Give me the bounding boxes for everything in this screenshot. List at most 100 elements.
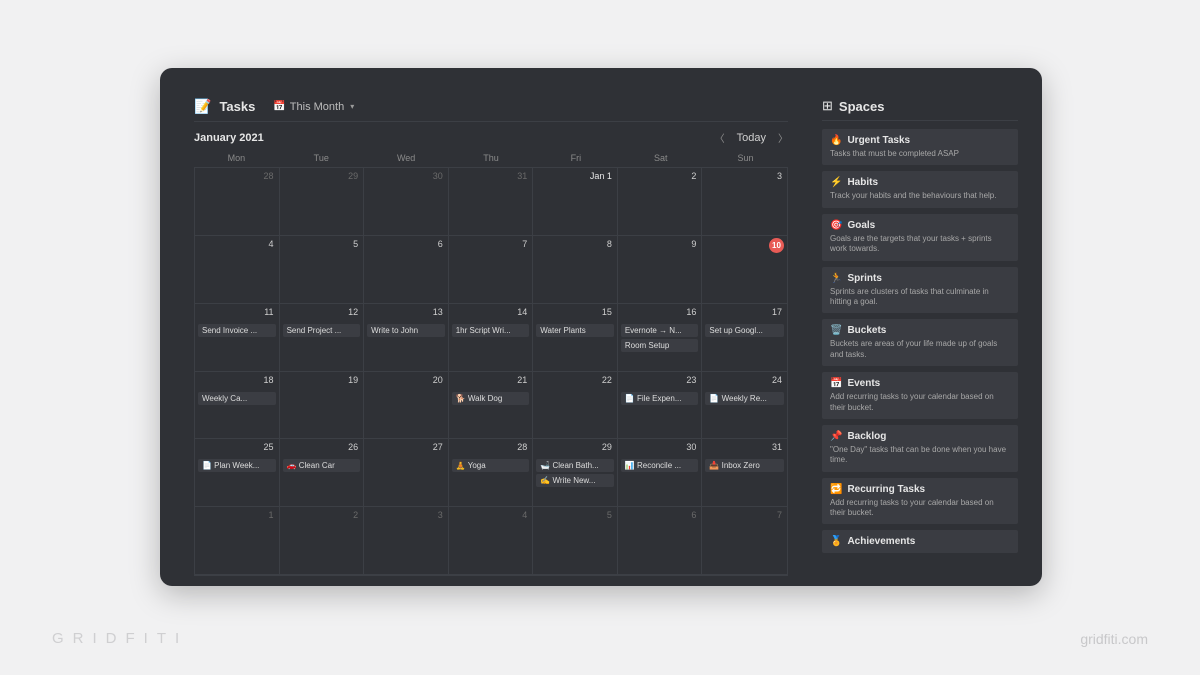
space-card[interactable]: 🔁Recurring TasksAdd recurring tasks to y… bbox=[822, 478, 1018, 525]
calendar-cell[interactable]: 5 bbox=[280, 236, 365, 304]
calendar-cell[interactable]: 28🧘 Yoga bbox=[449, 439, 534, 507]
calendar-cell[interactable]: 7 bbox=[449, 236, 534, 304]
event-chip[interactable]: Weekly Ca... bbox=[198, 392, 276, 405]
calendar-cell[interactable]: 18 Weekly Ca... bbox=[195, 372, 280, 440]
event-chip[interactable]: Set up Googl... bbox=[705, 324, 784, 337]
calendar-cell[interactable]: Jan 1 bbox=[533, 168, 618, 236]
calendar-cell[interactable]: 19 bbox=[280, 372, 365, 440]
space-card[interactable]: 🎯GoalsGoals are the targets that your ta… bbox=[822, 214, 1018, 261]
space-card[interactable]: 🔥Urgent TasksTasks that must be complete… bbox=[822, 129, 1018, 165]
event-chip[interactable]: Evernote → N... bbox=[621, 324, 699, 337]
next-month-button[interactable]: 〉 bbox=[778, 130, 788, 145]
calendar-cell[interactable]: 1 bbox=[195, 507, 280, 575]
calendar-cell[interactable]: 24📄 Weekly Re... bbox=[702, 372, 787, 440]
calendar-cell[interactable]: 7 bbox=[702, 507, 787, 575]
calendar-cell[interactable]: 20 bbox=[364, 372, 449, 440]
calendar-cell[interactable]: 4 bbox=[195, 236, 280, 304]
event-chip[interactable]: 🐕 Walk Dog bbox=[452, 392, 530, 405]
space-title-row: 🔥Urgent Tasks bbox=[830, 135, 1010, 146]
calendar-cell[interactable]: 9 bbox=[618, 236, 703, 304]
tasks-title: Tasks bbox=[219, 99, 255, 114]
calendar-cell[interactable]: 2 bbox=[280, 507, 365, 575]
calendar-cell[interactable]: 15Water Plants bbox=[533, 304, 618, 372]
space-card[interactable]: 🏃SprintsSprints are clusters of tasks th… bbox=[822, 267, 1018, 314]
cell-date: 18 bbox=[264, 375, 274, 385]
cell-date: 20 bbox=[433, 375, 443, 385]
space-name: Sprints bbox=[847, 273, 881, 284]
space-card[interactable]: 🏅Achievements bbox=[822, 530, 1018, 553]
calendar-cell[interactable]: 6 bbox=[618, 507, 703, 575]
view-label: This Month bbox=[290, 101, 344, 113]
event-chip[interactable]: 📥 Inbox Zero bbox=[705, 459, 784, 472]
space-title-row: 🗑️Buckets bbox=[830, 325, 1010, 336]
calendar-cell[interactable]: 17Set up Googl... bbox=[702, 304, 787, 372]
calendar-cell[interactable]: 29🛁 Clean Bath...✍️ Write New... bbox=[533, 439, 618, 507]
event-chip[interactable]: Send Project ... bbox=[283, 324, 361, 337]
calendar-cell[interactable]: 30📊 Reconcile ... bbox=[618, 439, 703, 507]
cell-date: 6 bbox=[691, 510, 696, 520]
cell-date: 14 bbox=[517, 307, 527, 317]
cell-events: 🚗 Clean Car bbox=[283, 459, 361, 472]
event-chip[interactable]: 📄 Weekly Re... bbox=[705, 392, 784, 405]
cell-events: Write to John bbox=[367, 324, 445, 337]
weekday-label: Wed bbox=[364, 149, 449, 167]
app-window: 📝 Tasks 📅 This Month ▾ January 2021 〈 To… bbox=[160, 68, 1042, 586]
cell-date: 27 bbox=[433, 442, 443, 452]
calendar-cell[interactable]: 3 bbox=[364, 507, 449, 575]
calendar-cell[interactable]: 30 bbox=[364, 168, 449, 236]
month-title: January 2021 bbox=[194, 132, 264, 144]
event-chip[interactable]: Water Plants bbox=[536, 324, 614, 337]
calendar-cell[interactable]: 31 bbox=[449, 168, 534, 236]
prev-month-button[interactable]: 〈 bbox=[715, 130, 725, 145]
event-chip[interactable]: 🚗 Clean Car bbox=[283, 459, 361, 472]
calendar-cell[interactable]: 21🐕 Walk Dog bbox=[449, 372, 534, 440]
calendar-cell[interactable]: 25📄 Plan Week... bbox=[195, 439, 280, 507]
calendar-cell[interactable]: 10 bbox=[702, 236, 787, 304]
today-button[interactable]: Today bbox=[737, 132, 766, 144]
event-chip[interactable]: Room Setup bbox=[621, 339, 699, 352]
space-name: Habits bbox=[847, 177, 878, 188]
event-chip[interactable]: Write to John bbox=[367, 324, 445, 337]
event-chip[interactable]: 📄 Plan Week... bbox=[198, 459, 276, 472]
calendar-cell[interactable]: 6 bbox=[364, 236, 449, 304]
space-title-row: ⚡Habits bbox=[830, 177, 1010, 188]
calendar-cell[interactable]: 11Send Invoice ... bbox=[195, 304, 280, 372]
calendar-cell[interactable]: 22 bbox=[533, 372, 618, 440]
calendar-cell[interactable]: 16Evernote → N...Room Setup bbox=[618, 304, 703, 372]
cell-events: Send Project ... bbox=[283, 324, 361, 337]
view-this-month[interactable]: 📅 This Month ▾ bbox=[273, 101, 354, 113]
weekday-label: Tue bbox=[279, 149, 364, 167]
cell-events: Set up Googl... bbox=[705, 324, 784, 337]
calendar-pane: 📝 Tasks 📅 This Month ▾ January 2021 〈 To… bbox=[160, 68, 812, 586]
calendar-cell[interactable]: 8 bbox=[533, 236, 618, 304]
calendar-cell[interactable]: 13Write to John bbox=[364, 304, 449, 372]
calendar-cell[interactable]: 29 bbox=[280, 168, 365, 236]
event-chip[interactable]: 📄 File Expen... bbox=[621, 392, 699, 405]
space-card[interactable]: 🗑️BucketsBuckets are areas of your life … bbox=[822, 319, 1018, 366]
calendar-cell[interactable]: 31📥 Inbox Zero bbox=[702, 439, 787, 507]
calendar-cell[interactable]: 23📄 File Expen... bbox=[618, 372, 703, 440]
space-card[interactable]: ⚡HabitsTrack your habits and the behavio… bbox=[822, 171, 1018, 207]
calendar-cell[interactable]: 4 bbox=[449, 507, 534, 575]
event-chip[interactable]: ✍️ Write New... bbox=[536, 474, 614, 487]
tasks-header: 📝 Tasks 📅 This Month ▾ bbox=[194, 98, 788, 122]
spaces-list: 🔥Urgent TasksTasks that must be complete… bbox=[822, 129, 1018, 553]
space-card[interactable]: 📌Backlog"One Day" tasks that can be done… bbox=[822, 425, 1018, 472]
event-chip[interactable]: 1hr Script Wri... bbox=[452, 324, 530, 337]
calendar-cell[interactable]: 3 bbox=[702, 168, 787, 236]
calendar-cell[interactable]: 28 bbox=[195, 168, 280, 236]
calendar-cell[interactable]: 27 bbox=[364, 439, 449, 507]
calendar-cell[interactable]: 12Send Project ... bbox=[280, 304, 365, 372]
calendar-cell[interactable]: 2 bbox=[618, 168, 703, 236]
event-chip[interactable]: 🛁 Clean Bath... bbox=[536, 459, 614, 472]
event-chip[interactable]: Send Invoice ... bbox=[198, 324, 276, 337]
space-name: Events bbox=[847, 378, 880, 389]
event-chip[interactable]: 🧘 Yoga bbox=[452, 459, 530, 472]
space-emoji-icon: 🔥 bbox=[830, 135, 842, 146]
calendar-cell[interactable]: 14 1hr Script Wri... bbox=[449, 304, 534, 372]
calendar-cell[interactable]: 26🚗 Clean Car bbox=[280, 439, 365, 507]
calendar-cell[interactable]: 5 bbox=[533, 507, 618, 575]
space-card[interactable]: 📅EventsAdd recurring tasks to your calen… bbox=[822, 372, 1018, 419]
event-chip[interactable]: 📊 Reconcile ... bbox=[621, 459, 699, 472]
spaces-header: ⊞ Spaces bbox=[822, 98, 1018, 121]
